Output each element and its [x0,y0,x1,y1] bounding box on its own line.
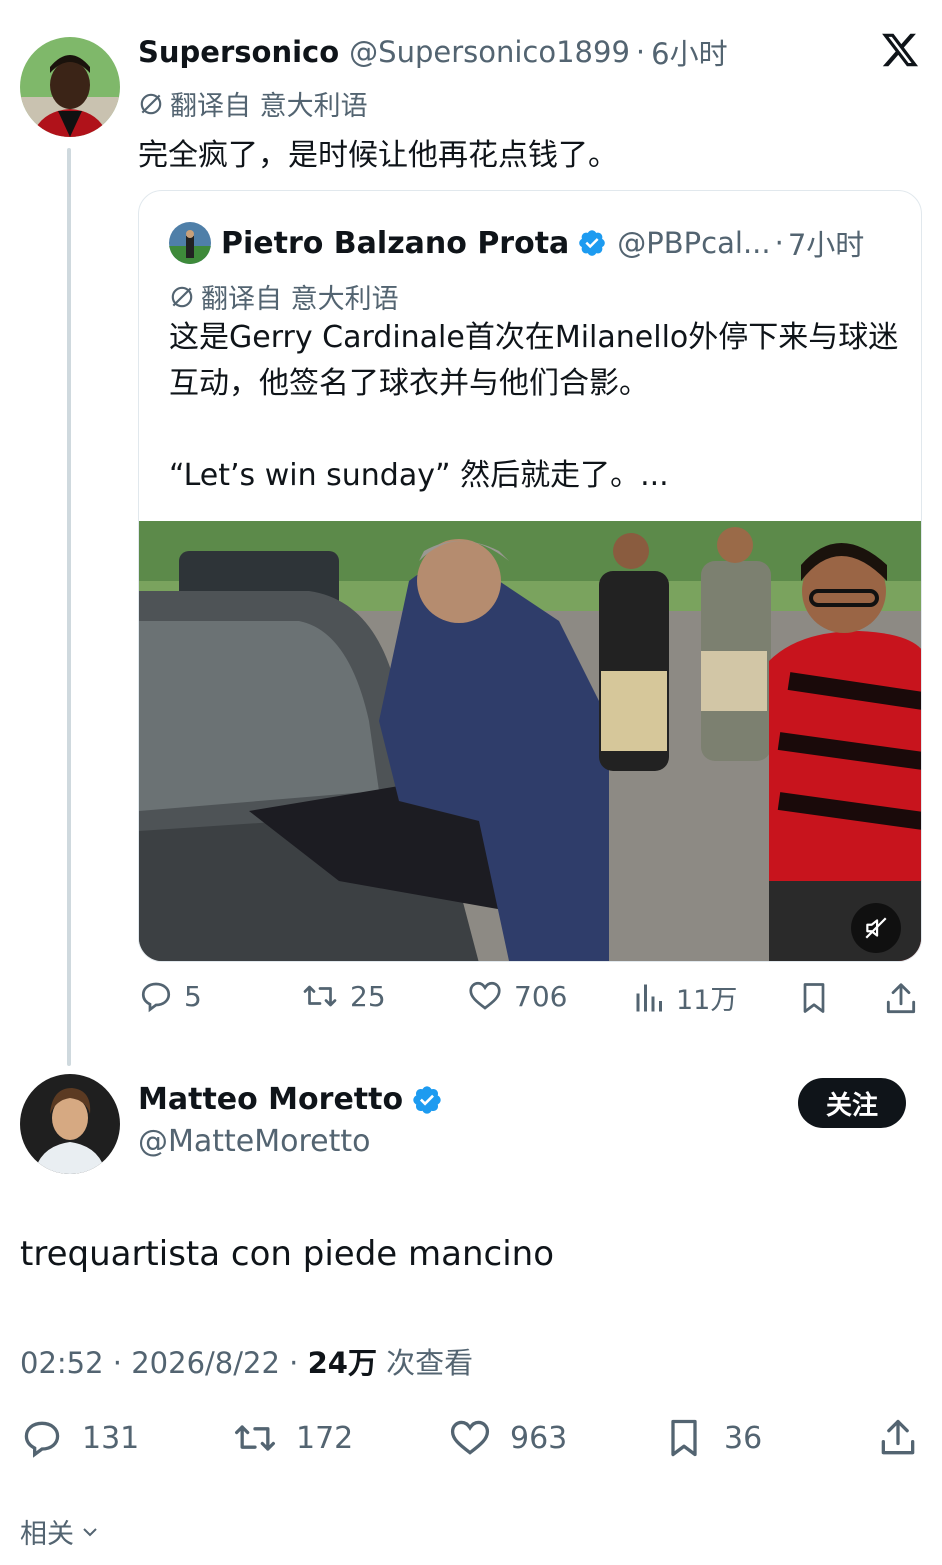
translate-icon [140,93,162,114]
quote-share-action[interactable] [882,980,920,1018]
quoted-tweet-video[interactable] [139,521,921,961]
heart-icon [450,1420,490,1455]
share-icon [886,983,916,1014]
pietro-avatar[interactable] [169,222,211,264]
retweet-icon [235,1425,275,1451]
quoted-tweet-text: 这是Gerry Cardinale首次在Milanello外停下来与球迷互动，他… [169,315,899,499]
quoted-author-name[interactable]: Pietro Balzano Prota [221,226,569,261]
bookmark-icon [671,1419,697,1457]
quoted-tweet-header: Pietro Balzano Prota @PBPcal... · 7小时 [169,221,864,265]
bookmark-icon [803,983,825,1013]
quoted-text-line-1: 这是Gerry Cardinale首次在Milanello外停下来与球迷互动，他… [169,320,899,401]
retweet-icon [303,985,337,1007]
separator-dot: · [279,1346,308,1380]
main-bookmark-action[interactable]: 36 [662,1416,762,1460]
x-logo-icon [882,33,919,67]
video-frame [139,521,921,961]
main-tweet-header: Matteo Moretto [138,1082,443,1117]
supersonico-avatar[interactable] [20,37,120,137]
main-tweet-text: trequartista con piede mancino [20,1234,554,1274]
verified-badge-icon [579,230,606,256]
tweet-date[interactable]: 2026/8/22 [131,1346,280,1380]
main-retweet-action[interactable]: 172 [230,1416,353,1460]
quote-views-action[interactable]: 11万 [632,978,737,1017]
related-section-toggle[interactable]: 相关 [20,1512,102,1551]
quoting-tweet-text: 完全疯了，是时候让他再花点钱了。 [138,138,618,173]
quoting-tweet-header: Supersonico @Supersonico1899 · 6小时 [138,30,728,74]
like-count: 963 [510,1420,568,1456]
quote-reply-action[interactable]: 5 [138,978,202,1014]
separator-dot: · [635,35,646,69]
retweet-count: 25 [350,979,386,1013]
verified-badge-icon [413,1085,441,1114]
author-handle[interactable]: @Supersonico1899 [349,35,630,69]
quote-bookmark-action[interactable] [796,980,832,1016]
like-count: 706 [514,979,568,1013]
thread-connector [67,148,71,1066]
reply-count: 5 [184,979,202,1013]
heart-icon [469,981,501,1010]
follow-button[interactable]: 关注 [798,1078,906,1128]
bookmark-count: 36 [724,1420,763,1456]
translate-label: 翻译自 意大利语 [201,284,399,315]
separator-dot: · [774,226,784,260]
chevron-down-icon [83,1527,97,1536]
reply-count: 131 [82,1420,140,1456]
translate-indicator[interactable]: 翻译自 意大利语 [138,84,368,123]
main-tweet-meta: 02:52 · 2026/8/22 · 24万 次查看 [20,1340,473,1382]
main-like-action[interactable]: 963 [446,1416,567,1460]
mute-icon [865,917,887,939]
quoted-translate-indicator[interactable]: 翻译自 意大利语 [169,277,399,316]
quoted-tweet-card[interactable]: Pietro Balzano Prota @PBPcal... · 7小时 翻译… [138,190,922,962]
tweet-time[interactable]: 6小时 [651,31,727,73]
reply-icon [141,982,171,1013]
separator-dot: · [103,1346,132,1380]
matteo-avatar[interactable] [20,1074,120,1174]
related-label: 相关 [20,1519,74,1550]
analytics-icon [636,984,662,1011]
main-author-name[interactable]: Matteo Moretto [138,1082,403,1117]
retweet-count: 172 [296,1420,354,1456]
views-count: 11万 [676,985,738,1016]
reply-icon [24,1421,60,1458]
quoted-author-handle[interactable]: @PBPcal... [617,226,770,260]
main-reply-action[interactable]: 131 [20,1416,139,1460]
quoted-tweet-time[interactable]: 7小时 [788,222,864,264]
translate-label: 翻译自 意大利语 [170,91,368,122]
quote-retweet-action[interactable]: 25 [300,978,386,1014]
share-icon [881,1419,915,1455]
views-label: 次查看 [386,1346,474,1380]
quoted-text-line-2: “Let’s win sunday” 然后就走了。... [169,458,669,493]
author-name[interactable]: Supersonico [138,35,339,69]
mute-button[interactable] [851,903,901,953]
tweet-timestamp[interactable]: 02:52 [20,1346,104,1380]
main-share-action[interactable] [876,1416,920,1460]
main-author-handle[interactable]: @MatteMoretto [138,1124,371,1159]
views-count: 24万 [307,1346,377,1380]
translate-icon [171,286,193,307]
quote-like-action[interactable]: 706 [466,978,567,1014]
